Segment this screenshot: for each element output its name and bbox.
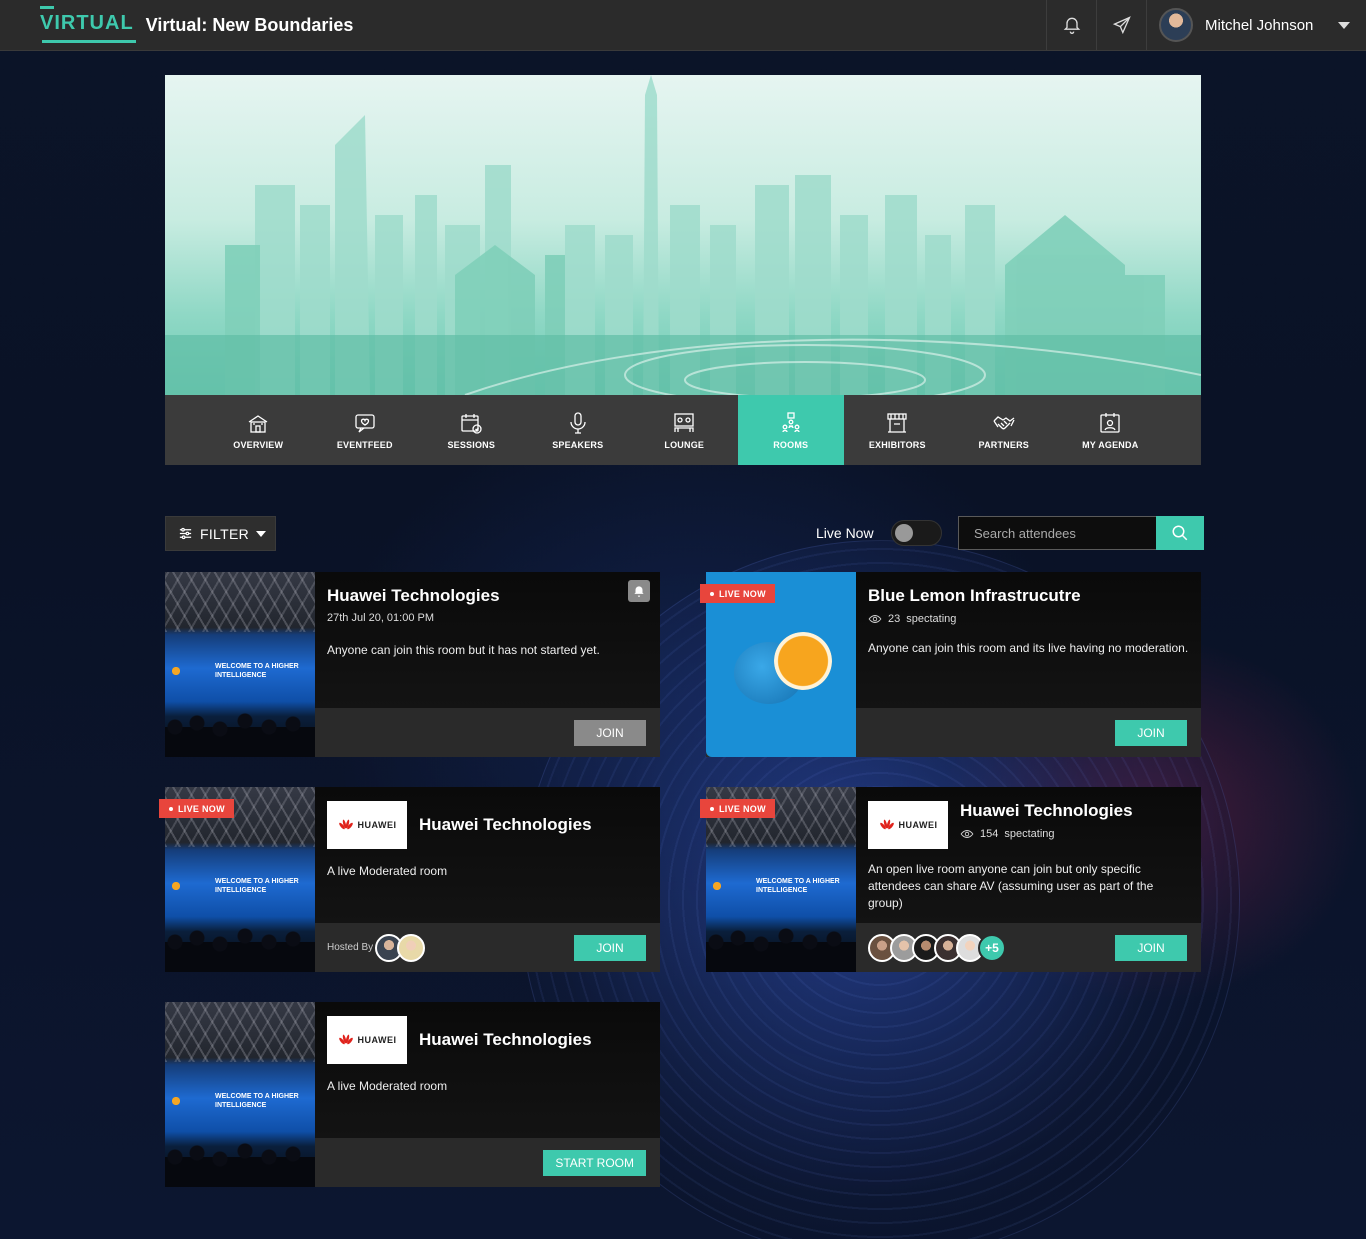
live-now-badge: LIVE NOW: [159, 799, 234, 818]
eye-icon: [868, 615, 882, 623]
stage-image: WELCOME TO A HIGHER INTELLIGENCE: [165, 1002, 315, 1187]
room-title: Huawei Technologies: [419, 815, 592, 834]
huawei-flower-icon: [879, 819, 894, 830]
toggle-knob: [895, 524, 913, 542]
stage-image: WELCOME TO A HIGHER INTELLIGENCE: [165, 572, 315, 757]
room-description: A live Moderated room: [327, 1079, 448, 1093]
nav-my-agenda[interactable]: MY AGENDA: [1057, 395, 1164, 465]
microphone-icon: [570, 411, 586, 434]
room-description: A live Moderated room: [327, 864, 448, 878]
search-attendees-input[interactable]: [958, 516, 1157, 550]
nav-label: EXHIBITORS: [868, 439, 926, 450]
host-avatar[interactable]: [397, 933, 426, 962]
room-description: Anyone can join this room and its live h…: [868, 641, 1189, 655]
nav-partners[interactable]: PARTNERS: [951, 395, 1058, 465]
filter-button[interactable]: FILTER: [165, 516, 276, 551]
nav-overview[interactable]: OVERVIEW: [205, 395, 312, 465]
room-datetime: 27th Jul 20, 01:00 PM: [327, 612, 435, 624]
building-icon: [248, 414, 268, 433]
huawei-logo: HUAWEI: [327, 1016, 407, 1064]
huawei-flower-icon: [338, 1034, 353, 1045]
calendar-check-icon: [461, 413, 482, 434]
nav-label: OVERVIEW: [233, 439, 284, 450]
thumb-screen-text: WELCOME TO A HIGHER INTELLIGENCE: [215, 1093, 299, 1109]
lounge-icon: [674, 412, 694, 432]
search-icon: [1172, 525, 1188, 541]
eye-icon: [960, 830, 974, 838]
room-description: Anyone can join this room but it has not…: [327, 643, 600, 657]
spectating-count: 23 spectating: [868, 612, 1189, 626]
notifications-button[interactable]: [1046, 0, 1096, 50]
room-card: WELCOME TO A HIGHER INTELLIGENCE LIVE NO…: [159, 787, 660, 972]
app-logo[interactable]: VIRTUAL: [40, 5, 136, 43]
join-button[interactable]: JOIN: [574, 719, 646, 746]
room-title: Huawei Technologies: [960, 801, 1133, 820]
agenda-icon: [1100, 412, 1120, 433]
handshake-icon: [993, 415, 1015, 429]
room-title: Huawei Technologies: [419, 1030, 592, 1049]
nav-speakers[interactable]: SPEAKERS: [525, 395, 632, 465]
nav-lounge[interactable]: LOUNGE: [631, 395, 738, 465]
room-description: An open live room anyone can join but on…: [868, 862, 1154, 910]
join-button[interactable]: JOIN: [1115, 719, 1187, 746]
thumb-screen-text: WELCOME TO A HIGHER INTELLIGENCE: [215, 878, 299, 894]
spectating-count: 154 spectating: [960, 827, 1133, 841]
remind-button[interactable]: [628, 580, 650, 602]
send-icon: [1112, 16, 1131, 35]
nav-label: SPEAKERS: [552, 439, 604, 450]
search-button[interactable]: [1156, 516, 1204, 550]
live-now-badge: LIVE NOW: [700, 799, 775, 818]
chat-heart-icon: [355, 413, 375, 433]
nav-label: SESSIONS: [447, 439, 496, 450]
room-thumbnail: WELCOME TO A HIGHER INTELLIGENCE: [165, 572, 315, 757]
nav-sessions[interactable]: SESSIONS: [418, 395, 525, 465]
nav-label: EVENTFEED: [336, 439, 393, 450]
user-avatar: [1159, 8, 1193, 42]
nav-rooms[interactable]: ROOMS: [737, 395, 844, 465]
event-nav: OVERVIEW EVENTFEED SESSIONS SPEAKERS LOU…: [165, 395, 1201, 465]
rooms-icon: [782, 411, 800, 432]
bell-icon: [634, 586, 644, 597]
caret-down-icon: [256, 530, 266, 537]
nav-label: ROOMS: [773, 439, 809, 450]
messages-button[interactable]: [1096, 0, 1146, 50]
huawei-logo: HUAWEI: [868, 801, 948, 849]
user-name: Mitchel Johnson: [1205, 16, 1314, 34]
hosted-by-label: Hosted By: [327, 942, 374, 953]
room-title: Blue Lemon Infrastrucutre: [868, 586, 1081, 605]
nav-label: PARTNERS: [978, 439, 1029, 450]
more-participants-badge[interactable]: +5: [978, 933, 1006, 962]
nav-eventfeed[interactable]: EVENTFEED: [312, 395, 419, 465]
chevron-down-icon: [1338, 21, 1350, 29]
join-button[interactable]: JOIN: [574, 934, 646, 961]
booth-icon: [887, 412, 907, 433]
sliders-icon: [179, 527, 192, 540]
topbar-actions: Mitchel Johnson: [1046, 0, 1366, 50]
room-title: Huawei Technologies: [327, 586, 500, 605]
live-now-toggle[interactable]: [891, 520, 942, 546]
top-bar: VIRTUAL Virtual: New Boundaries Mitchel …: [0, 0, 1366, 51]
bell-icon: [1063, 17, 1080, 34]
room-card: LIVE NOW Blue Lemon Infrastrucutre 23 sp…: [700, 572, 1201, 757]
thumb-screen-text: WELCOME TO A HIGHER INTELLIGENCE: [215, 663, 299, 679]
huawei-flower-icon: [338, 819, 353, 830]
huawei-logo: HUAWEI: [327, 801, 407, 849]
city-skyline-illustration: [165, 75, 1201, 395]
filter-label: FILTER: [200, 525, 249, 542]
nav-exhibitors[interactable]: EXHIBITORS: [844, 395, 951, 465]
join-button[interactable]: JOIN: [1115, 934, 1187, 961]
user-menu[interactable]: Mitchel Johnson: [1146, 0, 1366, 50]
room-card: WELCOME TO A HIGHER INTELLIGENCE LIVE NO…: [700, 787, 1201, 972]
hero-banner: [165, 75, 1201, 395]
live-now-badge: LIVE NOW: [700, 584, 775, 603]
event-title: Virtual: New Boundaries: [145, 14, 354, 35]
room-thumbnail: WELCOME TO A HIGHER INTELLIGENCE: [165, 1002, 315, 1187]
thumb-screen-text: WELCOME TO A HIGHER INTELLIGENCE: [756, 878, 840, 894]
nav-label: LOUNGE: [664, 439, 705, 450]
start-room-button[interactable]: START ROOM: [543, 1149, 646, 1176]
live-now-label: Live Now: [816, 525, 874, 541]
room-card: WELCOME TO A HIGHER INTELLIGENCE Huawei …: [165, 572, 660, 757]
room-card: WELCOME TO A HIGHER INTELLIGENCE HUAWEI …: [165, 1002, 660, 1187]
nav-label: MY AGENDA: [1082, 439, 1139, 450]
